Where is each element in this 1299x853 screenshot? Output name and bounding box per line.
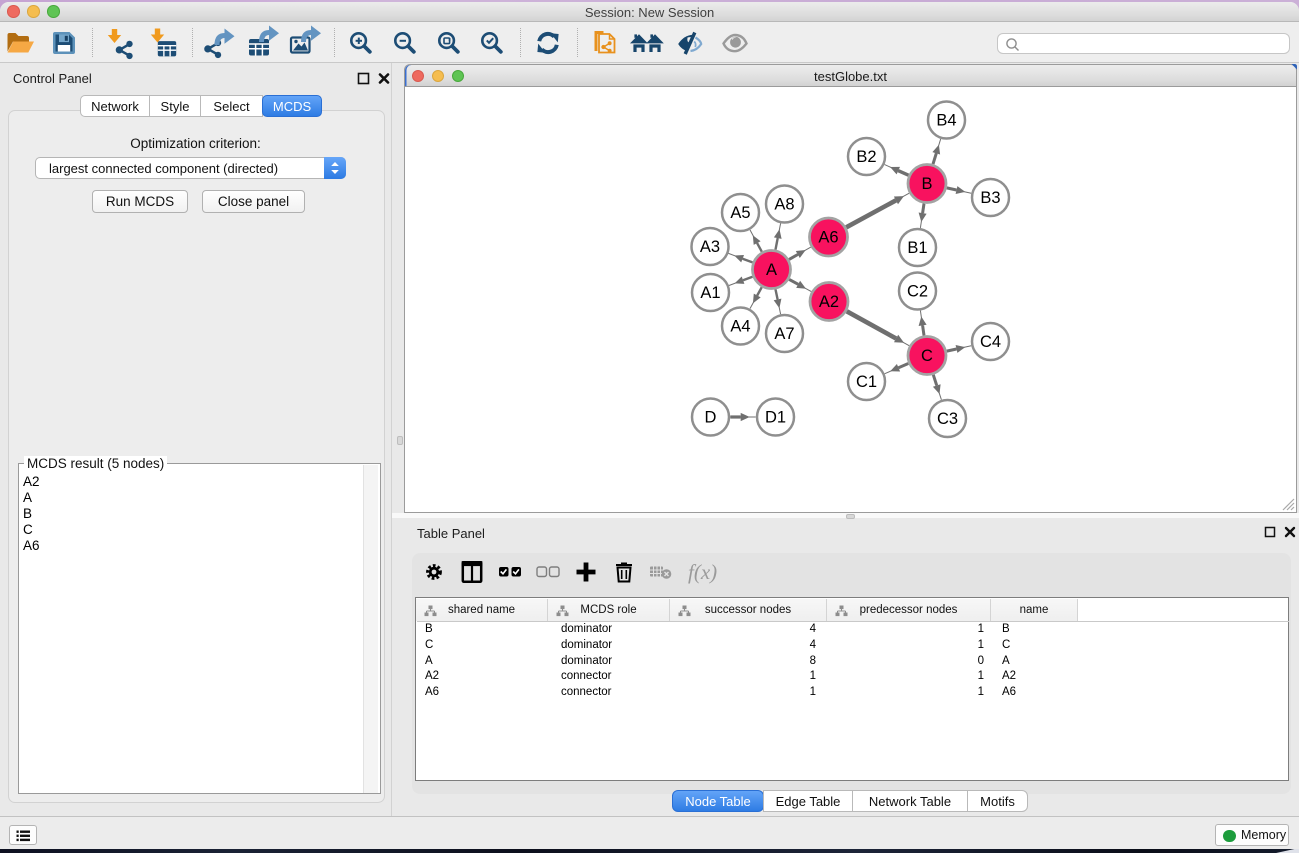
svg-text:C2: C2	[907, 283, 928, 301]
svg-text:B1: B1	[907, 239, 927, 257]
svg-text:A: A	[766, 261, 777, 279]
svg-text:A2: A2	[819, 293, 839, 311]
svg-text:C1: C1	[856, 373, 877, 391]
svg-text:A6: A6	[818, 229, 838, 247]
svg-text:A1: A1	[700, 284, 720, 302]
svg-text:C: C	[921, 347, 933, 365]
svg-text:C4: C4	[980, 333, 1001, 351]
svg-text:A5: A5	[730, 204, 750, 222]
svg-text:A4: A4	[730, 318, 750, 336]
svg-text:A8: A8	[774, 196, 794, 214]
svg-text:D: D	[705, 409, 717, 427]
svg-text:A7: A7	[774, 325, 794, 343]
svg-text:B3: B3	[980, 189, 1000, 207]
svg-text:C3: C3	[937, 410, 958, 428]
svg-text:B4: B4	[936, 112, 956, 130]
svg-text:D1: D1	[765, 409, 786, 427]
svg-text:f(x): f(x)	[688, 560, 717, 584]
svg-text:B: B	[921, 175, 932, 193]
svg-text:B2: B2	[856, 148, 876, 166]
svg-text:A3: A3	[700, 238, 720, 256]
